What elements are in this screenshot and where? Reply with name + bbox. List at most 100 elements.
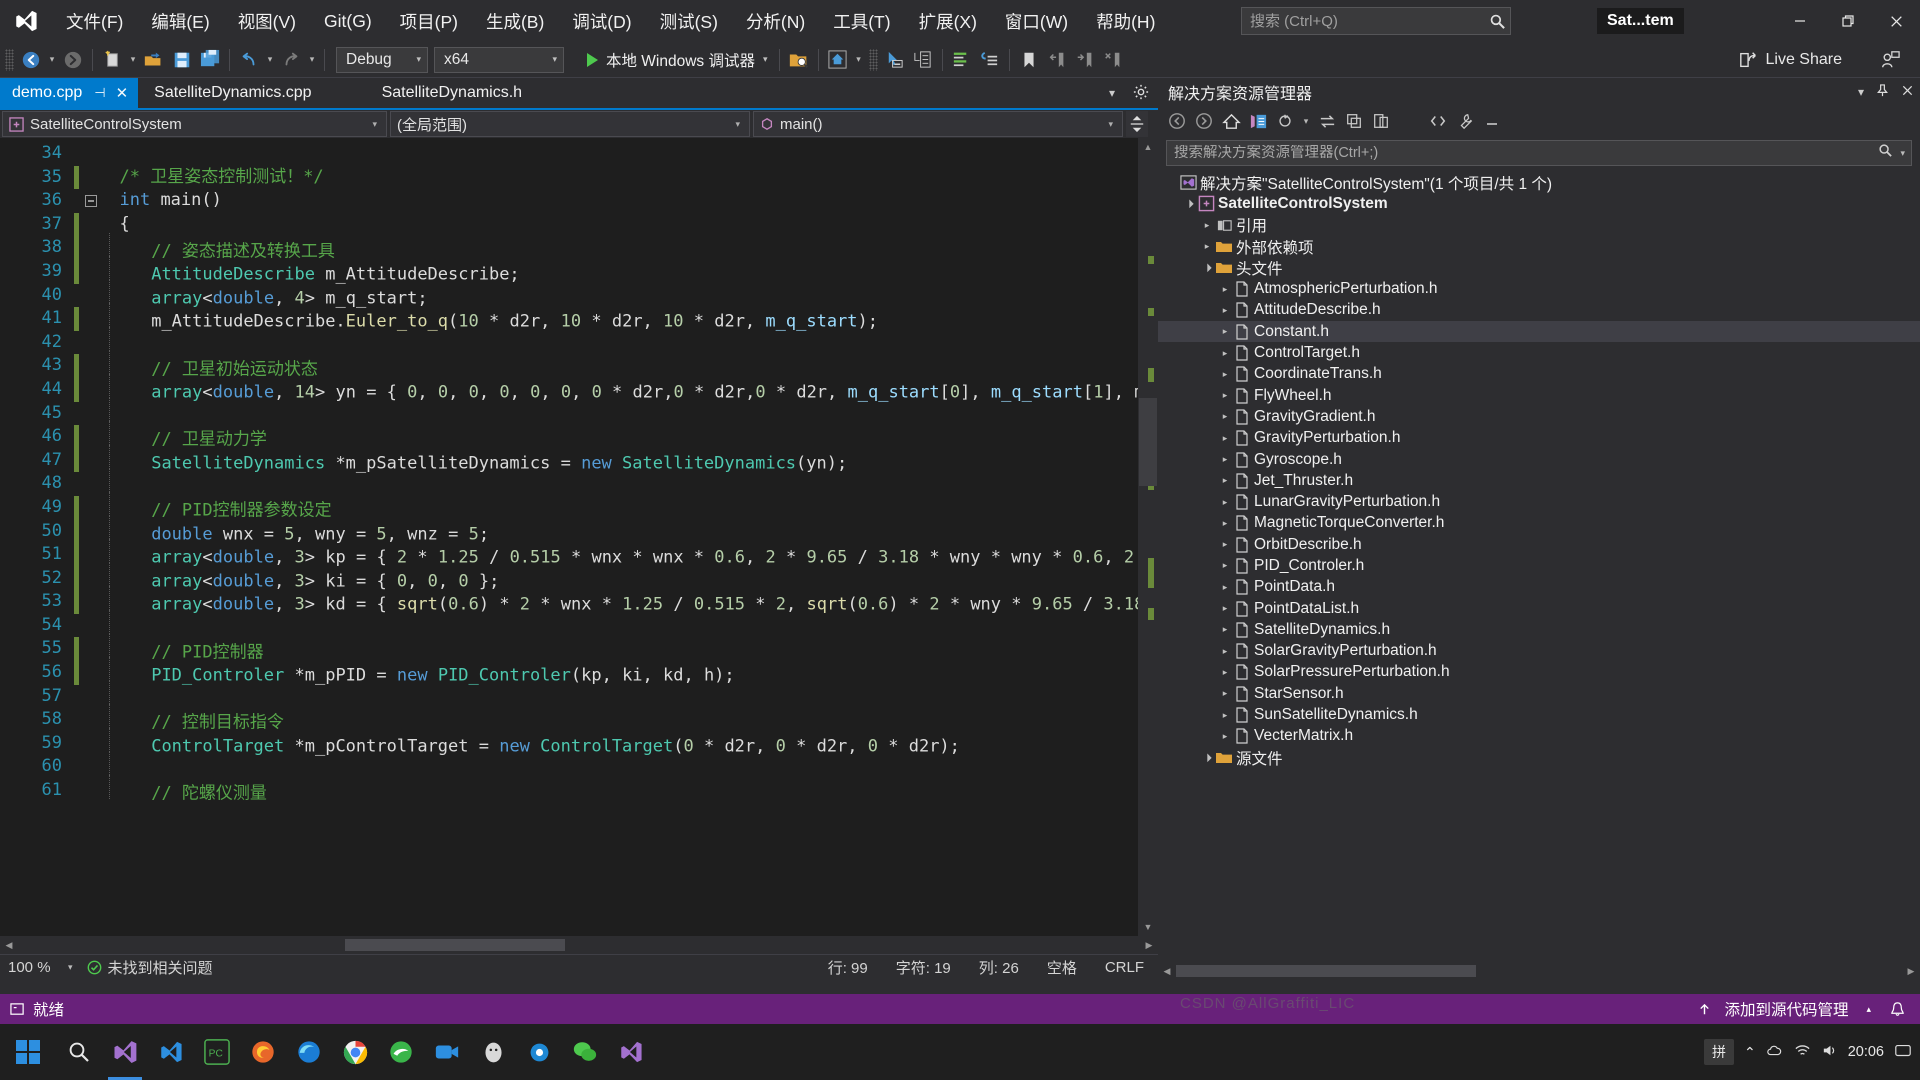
collapsed-arrow-icon[interactable]: ▸ (1218, 326, 1232, 337)
collapsed-arrow-icon[interactable]: ▸ (1218, 475, 1232, 486)
vertical-scroll-thumb[interactable] (1139, 398, 1157, 486)
editor-horizontal-scrollbar[interactable]: ◀ ▶ (0, 936, 1158, 954)
collapsed-arrow-icon[interactable]: ▸ (1200, 241, 1214, 252)
tree-item[interactable]: ▸ CoordinateTrans.h (1158, 364, 1920, 385)
menu-test[interactable]: 测试(S) (646, 0, 732, 42)
maximize-button[interactable] (1824, 0, 1872, 42)
chevron-down-icon[interactable]: ▴ (1860, 1004, 1877, 1015)
menu-build[interactable]: 生成(B) (472, 0, 558, 42)
issues-indicator[interactable]: 未找到相关问题 (87, 957, 213, 978)
taskbar-clock[interactable]: 20:06 (1848, 1044, 1884, 1061)
close-icon[interactable]: ✕ (116, 84, 129, 102)
pending-changes-icon[interactable] (1245, 109, 1271, 133)
taskbar-visual-studio-icon[interactable] (102, 1024, 148, 1080)
tree-item[interactable]: ▸ Gyroscope.h (1158, 449, 1920, 470)
tree-item[interactable]: ▸ ControlTarget.h (1158, 342, 1920, 363)
redo-dropdown-icon[interactable]: ▾ (305, 46, 319, 74)
tree-item[interactable]: ▸ Constant.h (1158, 321, 1920, 343)
toggle-bookmark-icon[interactable] (1015, 46, 1043, 74)
properties-window-icon[interactable] (909, 46, 937, 74)
tree-item[interactable]: ◢ 头文件 (1158, 257, 1920, 278)
panel-menu-icon[interactable]: ▾ (1852, 85, 1870, 99)
tree-item[interactable]: ▸ OrbitDescribe.h (1158, 534, 1920, 555)
tree-item[interactable]: ▸ LunarGravityPerturbation.h (1158, 491, 1920, 512)
close-icon[interactable] (1895, 84, 1920, 100)
taskbar-meeting-icon[interactable] (424, 1024, 470, 1080)
collapsed-arrow-icon[interactable]: ▸ (1218, 411, 1232, 422)
taskbar-chrome-icon[interactable] (332, 1024, 378, 1080)
tree-item[interactable]: ▸ SunSatelliteDynamics.h (1158, 704, 1920, 725)
tab-satellitedynamics-cpp[interactable]: SatelliteDynamics.cpp (138, 78, 370, 108)
navigate-back-icon[interactable] (17, 46, 45, 74)
expanded-arrow-icon[interactable]: ◢ (1199, 260, 1215, 276)
chevron-down-icon[interactable]: ▾ (1900, 148, 1911, 159)
solution-explorer-search[interactable]: ▾ (1166, 140, 1912, 166)
scroll-right-arrow-icon[interactable]: ▶ (1902, 966, 1920, 977)
uncomment-lines-icon[interactable] (976, 46, 1004, 74)
tree-item[interactable]: ▸ StarSensor.h (1158, 683, 1920, 704)
collapsed-arrow-icon[interactable]: ▸ (1218, 731, 1232, 742)
tab-demo-cpp[interactable]: demo.cpp ⊣ ✕ (0, 78, 139, 108)
search-in-files-icon[interactable] (785, 46, 813, 74)
tree-item[interactable]: ▸ AtmosphericPerturbation.h (1158, 278, 1920, 299)
collapsed-arrow-icon[interactable]: ▸ (1218, 582, 1232, 593)
line-ending-indicator[interactable]: CRLF (1091, 959, 1158, 976)
solution-search-input[interactable] (1167, 145, 1872, 161)
tree-item[interactable]: ▸ FlyWheel.h (1158, 385, 1920, 406)
collapsed-arrow-icon[interactable]: ▸ (1218, 369, 1232, 380)
zoom-level[interactable]: 100 % (0, 959, 68, 976)
taskbar-vs-instance-icon[interactable] (608, 1024, 654, 1080)
tree-item[interactable]: ▸ SatelliteDynamics.h (1158, 619, 1920, 640)
home-icon[interactable] (1218, 109, 1244, 133)
comment-lines-icon[interactable] (948, 46, 976, 74)
menu-analyze[interactable]: 分析(N) (732, 0, 819, 42)
menu-window[interactable]: 窗口(W) (991, 0, 1082, 42)
collapsed-arrow-icon[interactable]: ▸ (1218, 539, 1232, 550)
add-to-source-control[interactable]: 添加到源代码管理 ▴ (1691, 998, 1883, 1020)
back-icon[interactable] (1164, 109, 1190, 133)
minimize-panel-icon[interactable] (1479, 109, 1505, 133)
menu-extensions[interactable]: 扩展(X) (905, 0, 991, 42)
tree-item[interactable]: ▸ 外部依赖项 (1158, 236, 1920, 257)
collapsed-arrow-icon[interactable]: ▸ (1218, 497, 1232, 508)
tray-expand-icon[interactable]: ⌃ (1744, 1044, 1756, 1061)
scroll-right-arrow-icon[interactable]: ▶ (1140, 940, 1158, 951)
navigate-forward-icon[interactable] (59, 46, 87, 74)
collapsed-arrow-icon[interactable]: ▸ (1218, 454, 1232, 465)
notification-center-icon[interactable] (1894, 1042, 1912, 1063)
taskbar-settings-icon[interactable] (516, 1024, 562, 1080)
tree-item[interactable]: ▸ SolarPressurePerturbation.h (1158, 662, 1920, 683)
collapsed-arrow-icon[interactable]: ▸ (1218, 348, 1232, 359)
pointer-select-icon[interactable] (881, 46, 909, 74)
start-button[interactable] (0, 1024, 56, 1080)
tree-item[interactable]: ◢ 源文件 (1158, 747, 1920, 768)
tree-item[interactable]: ▸ PointData.h (1158, 577, 1920, 598)
collapsed-arrow-icon[interactable]: ▸ (1218, 518, 1232, 529)
tools-icon[interactable] (1452, 109, 1478, 133)
tree-item[interactable]: ▸ SolarGravityPerturbation.h (1158, 641, 1920, 662)
scroll-up-arrow-icon[interactable]: ▲ (1138, 138, 1158, 156)
tree-item[interactable]: ▸ GravityPerturbation.h (1158, 428, 1920, 449)
menu-help[interactable]: 帮助(H) (1082, 0, 1169, 42)
menu-git[interactable]: Git(G) (310, 0, 386, 42)
collapsed-arrow-icon[interactable]: ▸ (1218, 305, 1232, 316)
solution-tree[interactable]: 解决方案"SatelliteControlSystem"(1 个项目/共 1 个… (1158, 170, 1920, 962)
account-badge[interactable]: Sat...tem (1597, 8, 1684, 34)
taskbar-pycharm-icon[interactable]: PC (194, 1024, 240, 1080)
project-scope-dropdown[interactable]: SatelliteControlSystem ▾ (2, 111, 387, 137)
scroll-left-arrow-icon[interactable]: ◀ (0, 940, 18, 951)
ime-indicator[interactable]: 拼 (1703, 1039, 1734, 1065)
home-icon[interactable] (824, 46, 852, 74)
taskbar-wechat-icon[interactable] (562, 1024, 608, 1080)
tree-item[interactable]: ▸ VecterMatrix.h (1158, 726, 1920, 747)
scroll-down-arrow-icon[interactable]: ▼ (1138, 918, 1158, 936)
tree-item[interactable]: ▸ 引用 (1158, 215, 1920, 236)
collapsed-arrow-icon[interactable]: ▸ (1218, 284, 1232, 295)
pin-icon[interactable] (1870, 84, 1895, 100)
collapsed-arrow-icon[interactable]: ▸ (1218, 603, 1232, 614)
collapsed-arrow-icon[interactable]: ▸ (1218, 710, 1232, 721)
undo-icon[interactable] (235, 46, 263, 74)
fold-toggle-icon[interactable] (83, 194, 99, 207)
add-collaborator-icon[interactable] (1876, 46, 1904, 74)
editor-settings-gear-icon[interactable] (1124, 84, 1158, 103)
